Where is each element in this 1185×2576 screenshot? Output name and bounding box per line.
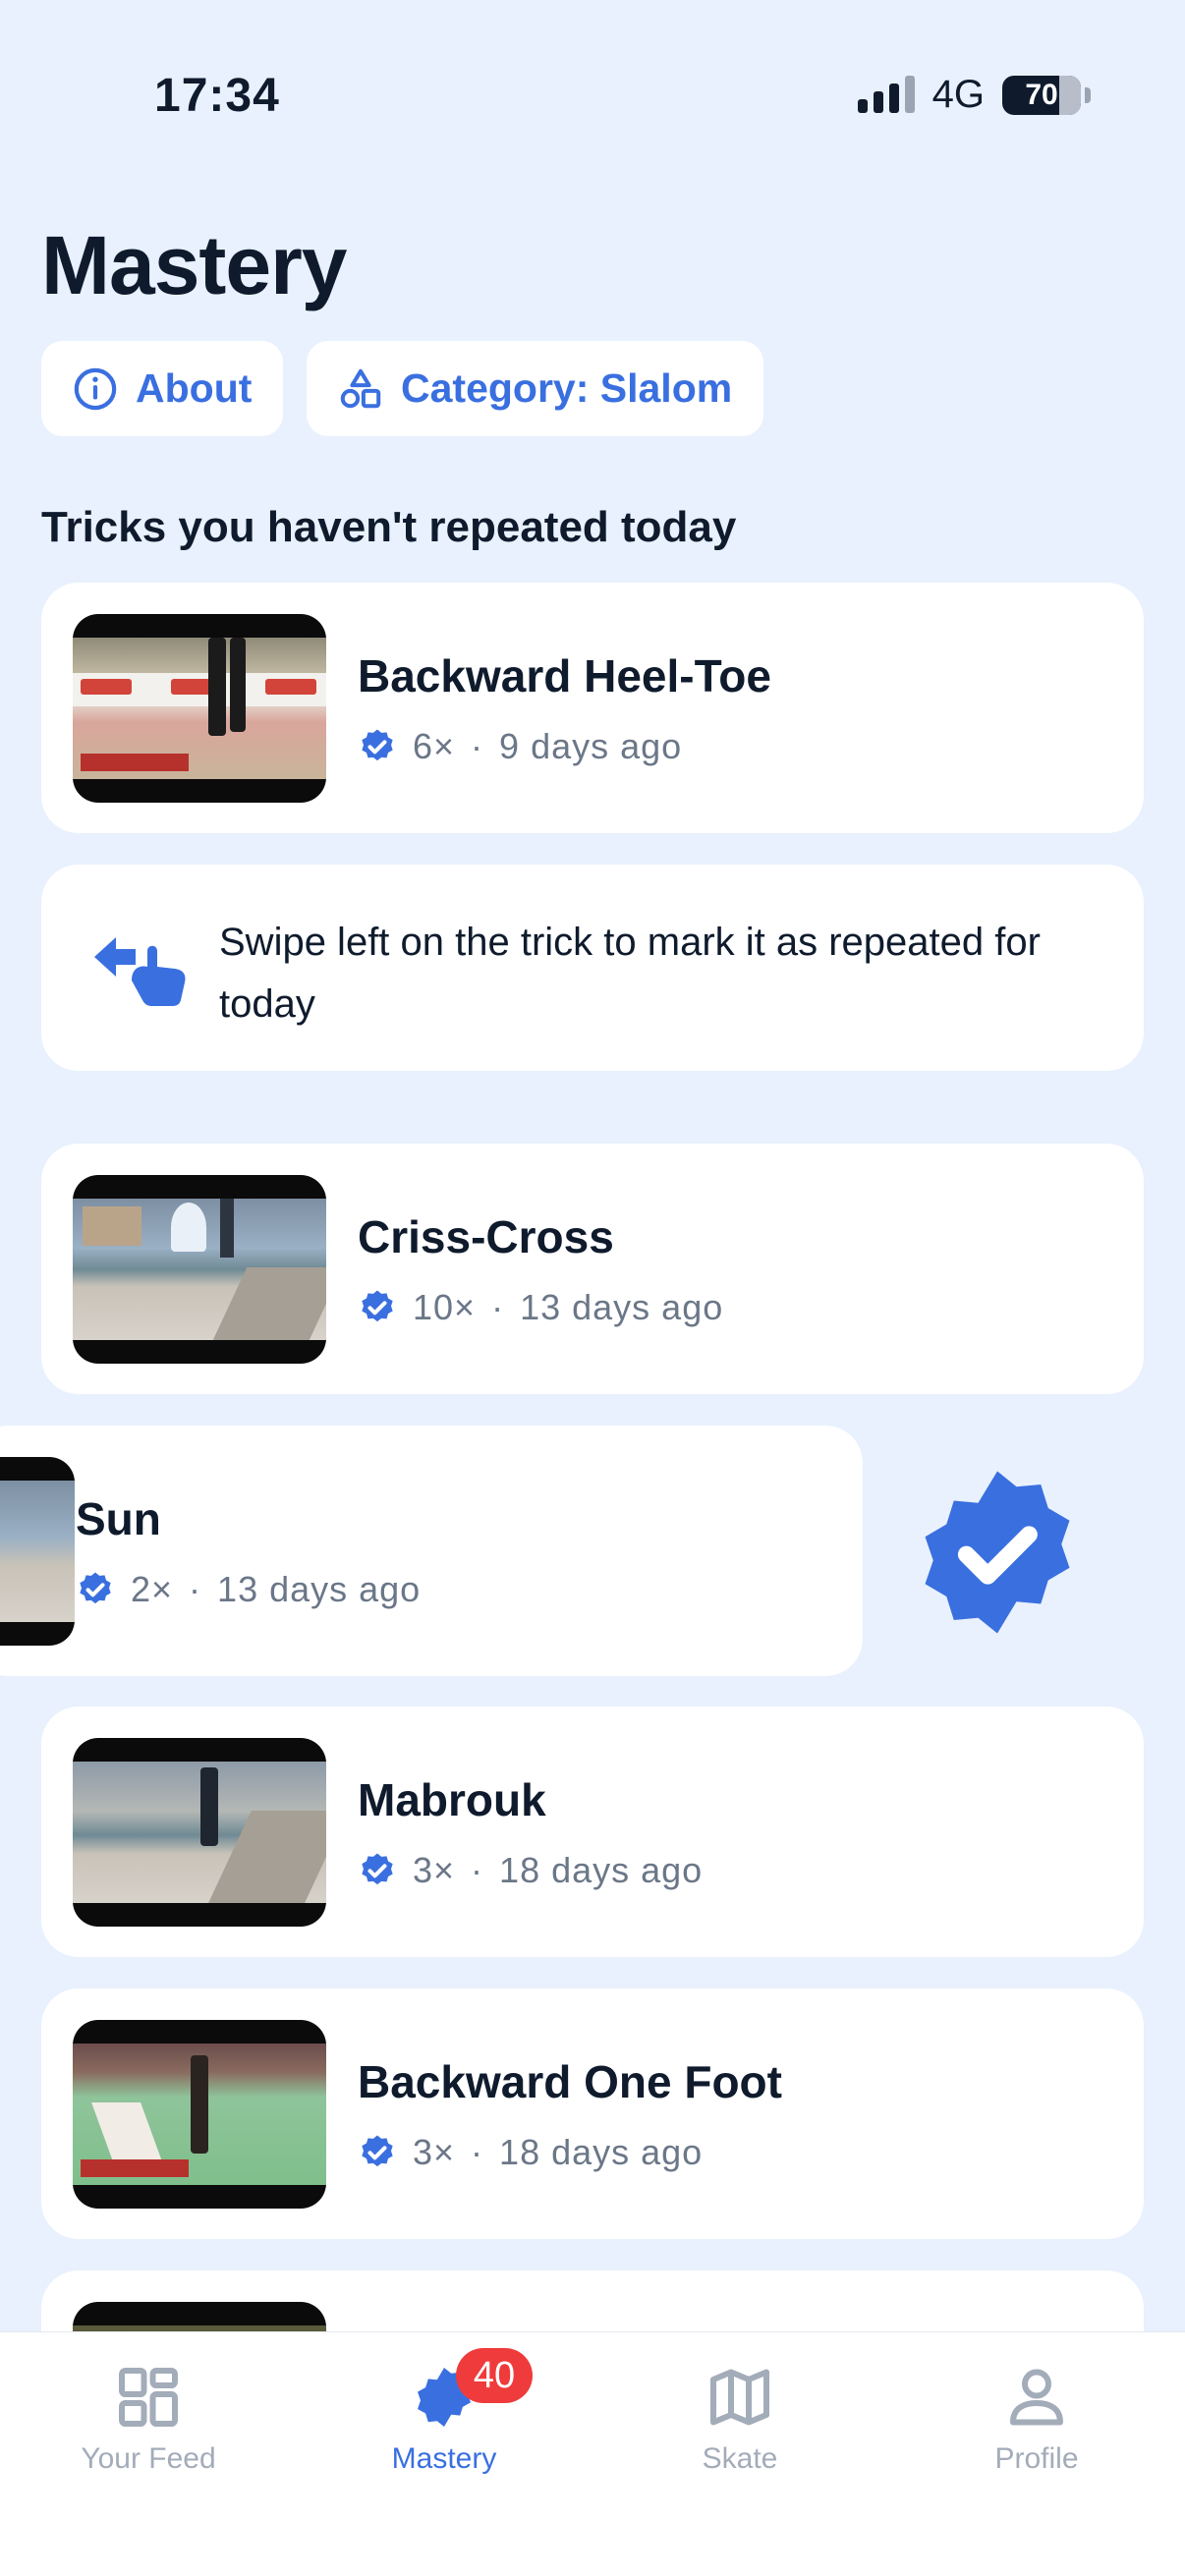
about-label: About [136, 365, 253, 411]
category-filter-button[interactable]: Category: Slalom [307, 341, 764, 436]
swipe-hint-text: Swipe left on the trick to mark it as re… [219, 921, 1041, 1026]
last-repeated: 9 days ago [499, 726, 683, 766]
tab-profile[interactable]: Profile [888, 2362, 1185, 2476]
battery-level: 70 [1025, 78, 1058, 111]
repeat-count: 10× [413, 1287, 477, 1327]
about-button[interactable]: About [41, 341, 284, 436]
trick-thumbnail [73, 614, 326, 803]
signal-icon [857, 75, 915, 113]
verified-icon [362, 729, 393, 761]
tab-your-feed-label: Your Feed [81, 2442, 216, 2475]
repeat-count: 2× [131, 1569, 174, 1609]
tab-mastery-label: Mastery [391, 2442, 497, 2475]
trick-name: Backward One Foot [358, 2056, 782, 2107]
info-icon [74, 367, 117, 410]
verified-icon [80, 1572, 111, 1604]
user-icon [1010, 2369, 1063, 2426]
status-time: 17:34 [154, 70, 280, 122]
last-repeated: 18 days ago [499, 1850, 704, 1890]
section-title: Tricks you haven't repeated today [41, 503, 737, 551]
mastery-screen: 17:34 4G 70 Mastery About Category: Slal… [0, 0, 1185, 2576]
shapes-icon [340, 368, 381, 408]
trick-name: Sun [76, 1493, 161, 1544]
notification-badge: 40 [456, 2348, 533, 2403]
verified-icon [362, 1290, 393, 1322]
meta-separator: · [189, 1569, 202, 1609]
meta-separator: · [491, 1287, 505, 1327]
trick-name: Criss-Cross [358, 1211, 614, 1262]
trick-card[interactable]: Criss-Cross 10× · 13 days ago [41, 1144, 1144, 1394]
tab-skate[interactable]: Skate [592, 2362, 888, 2476]
mark-repeated-verified-icon[interactable] [909, 1464, 1086, 1641]
repeat-count: 3× [413, 1850, 456, 1890]
map-icon [710, 2369, 769, 2426]
trick-thumbnail [73, 2020, 326, 2209]
page-title: Mastery [41, 219, 348, 311]
trick-meta: 6× · 9 days ago [358, 726, 682, 767]
battery-icon: 70 [1002, 75, 1091, 115]
trick-meta: 3× · 18 days ago [358, 1850, 703, 1891]
meta-separator: · [471, 2132, 484, 2172]
last-repeated: 13 days ago [217, 1569, 422, 1609]
meta-separator: · [471, 726, 484, 766]
network-label: 4G [931, 73, 985, 116]
meta-separator: · [471, 1850, 484, 1890]
trick-name: Backward Heel-Toe [358, 650, 771, 701]
dashboard-icon [119, 2368, 178, 2427]
trick-name: Mabrouk [358, 1774, 546, 1825]
trick-meta: 2× · 13 days ago [76, 1569, 421, 1610]
trick-card[interactable]: Backward One Foot 3× · 18 days ago [41, 1988, 1144, 2239]
trick-thumbnail [0, 1457, 75, 1646]
trick-card[interactable]: Backward Heel-Toe 6× · 9 days ago [41, 583, 1144, 833]
trick-meta: 10× · 13 days ago [358, 1287, 723, 1328]
trick-card-swiped[interactable]: Sun 2× · 13 days ago [0, 1426, 863, 1676]
verified-icon [362, 2135, 393, 2167]
tab-bar: Your Feed 40 Mastery Skate Profile [0, 2331, 1185, 2576]
trick-card[interactable]: Mabrouk 3× · 18 days ago [41, 1707, 1144, 1957]
repeat-count: 3× [413, 2132, 456, 2172]
last-repeated: 13 days ago [520, 1287, 724, 1327]
tab-your-feed[interactable]: Your Feed [0, 2362, 297, 2476]
category-label: Category: Slalom [401, 365, 733, 411]
repeat-count: 6× [413, 726, 456, 766]
tab-profile-label: Profile [994, 2442, 1079, 2475]
tab-mastery[interactable]: 40 Mastery [296, 2348, 592, 2476]
tab-skate-label: Skate [702, 2442, 778, 2475]
trick-meta: 3× · 18 days ago [358, 2132, 703, 2173]
trick-thumbnail [73, 1175, 326, 1364]
swipe-left-hand-icon [94, 937, 186, 1006]
status-indicators: 4G 70 [857, 73, 1091, 117]
last-repeated: 18 days ago [499, 2132, 704, 2172]
trick-thumbnail [73, 1738, 326, 1927]
swipe-hint-card: Swipe left on the trick to mark it as re… [41, 865, 1144, 1071]
verified-icon [362, 1853, 393, 1885]
